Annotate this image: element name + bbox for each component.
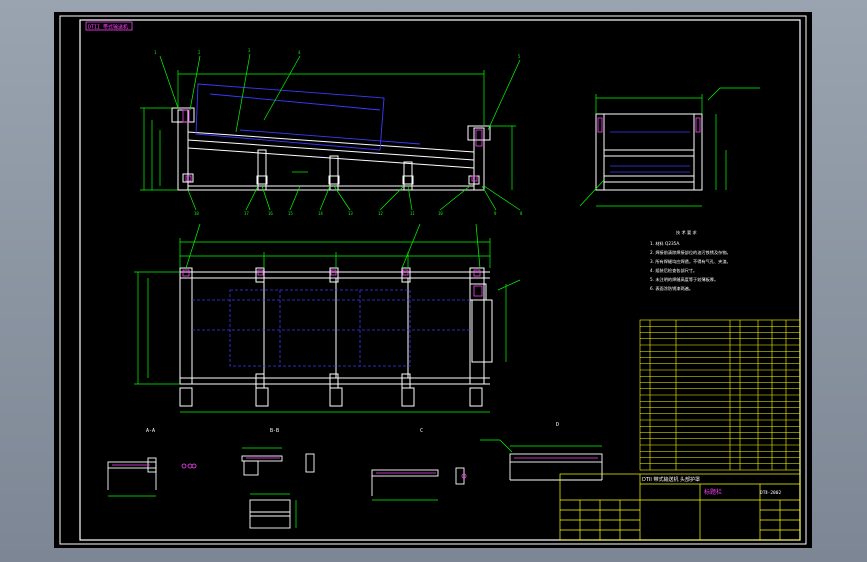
- svg-text:4. 组装后检查各部尺寸。: 4. 组装后检查各部尺寸。: [650, 267, 697, 274]
- corner-tag: DTII 带式输送机: [88, 24, 128, 31]
- svg-text:14: 14: [318, 211, 323, 216]
- title-small: 标题栏: [704, 488, 722, 496]
- cad-viewport: DTII 带式输送机 1 2 3 4 5 18 17 16 15 14 13 1…: [0, 0, 867, 562]
- svg-text:B-B: B-B: [270, 428, 279, 434]
- svg-text:6. 表面涂防锈漆两遍。: 6. 表面涂防锈漆两遍。: [650, 285, 693, 292]
- svg-text:A-A: A-A: [146, 428, 155, 434]
- svg-text:18: 18: [194, 211, 199, 216]
- svg-text:15: 15: [288, 211, 293, 216]
- svg-text:2. 焊接前清除焊接部位的油污铁锈及杂物。: 2. 焊接前清除焊接部位的油污铁锈及杂物。: [650, 249, 731, 256]
- svg-text:D: D: [556, 422, 559, 428]
- svg-text:3. 所有焊缝均应焊透，不得有气孔、夹渣。: 3. 所有焊缝均应焊透，不得有气孔、夹渣。: [650, 258, 731, 265]
- svg-text:1. 材料 Q235A.: 1. 材料 Q235A.: [650, 240, 680, 247]
- drawing-number: DTⅡ-2002: [760, 490, 781, 496]
- svg-text:13: 13: [348, 211, 353, 216]
- svg-text:技 术 要 求: 技 术 要 求: [676, 229, 698, 236]
- svg-text:11: 11: [410, 211, 415, 216]
- svg-text:10: 10: [438, 211, 443, 216]
- drawing-sheet[interactable]: DTII 带式输送机 1 2 3 45 18 17 16 15 14 13 12…: [0, 0, 867, 562]
- bottom-title: DTII 带式输送机 头部护罩: [642, 476, 700, 483]
- svg-text:C: C: [420, 428, 423, 434]
- svg-text:16: 16: [268, 211, 273, 216]
- svg-text:12: 12: [378, 211, 383, 216]
- svg-text:5. 未注明的焊缝高度等于较薄板厚。: 5. 未注明的焊缝高度等于较薄板厚。: [650, 276, 718, 283]
- svg-text:17: 17: [244, 211, 249, 216]
